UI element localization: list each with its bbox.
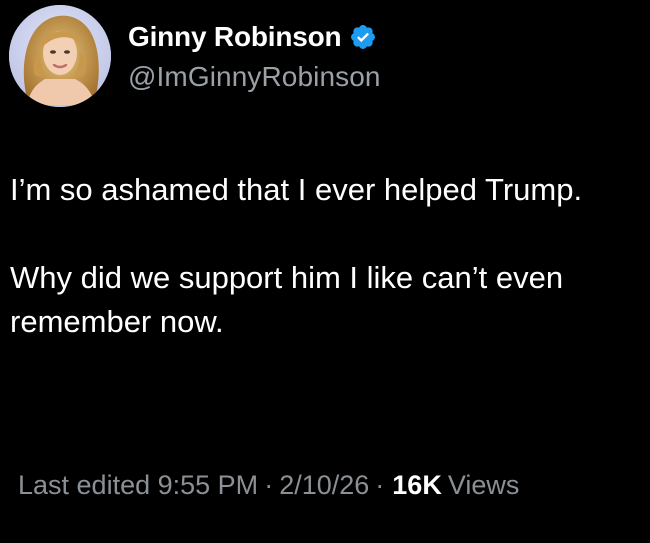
tweet-paragraph: I’m so ashamed that I ever helped Trump. <box>10 172 583 207</box>
profile-photo-icon <box>9 5 111 107</box>
edited-label[interactable]: Last edited <box>18 470 150 501</box>
tweet-metadata: Last edited 9:55 PM · 2/10/26 · 16K View… <box>18 470 519 501</box>
views-count[interactable]: 16K <box>392 470 442 501</box>
author-display-name[interactable]: Ginny Robinson <box>128 21 342 53</box>
avatar[interactable] <box>9 5 111 107</box>
verified-badge-icon[interactable] <box>349 23 377 51</box>
author-name-row: Ginny Robinson <box>128 17 377 57</box>
tweet-body: I’m so ashamed that I ever helped Trump.… <box>10 168 630 344</box>
views-label[interactable]: Views <box>448 470 520 501</box>
tweet-time[interactable]: 9:55 PM <box>158 470 259 501</box>
tweet-card: Ginny Robinson @ImGinnyRobinson I’m so a… <box>0 0 650 543</box>
meta-separator: · <box>375 470 385 500</box>
tweet-date[interactable]: 2/10/26 <box>279 470 369 501</box>
meta-separator: · <box>264 470 274 500</box>
author-handle[interactable]: @ImGinnyRobinson <box>128 61 381 93</box>
tweet-paragraph: Why did we support him I like can’t even… <box>10 260 564 339</box>
